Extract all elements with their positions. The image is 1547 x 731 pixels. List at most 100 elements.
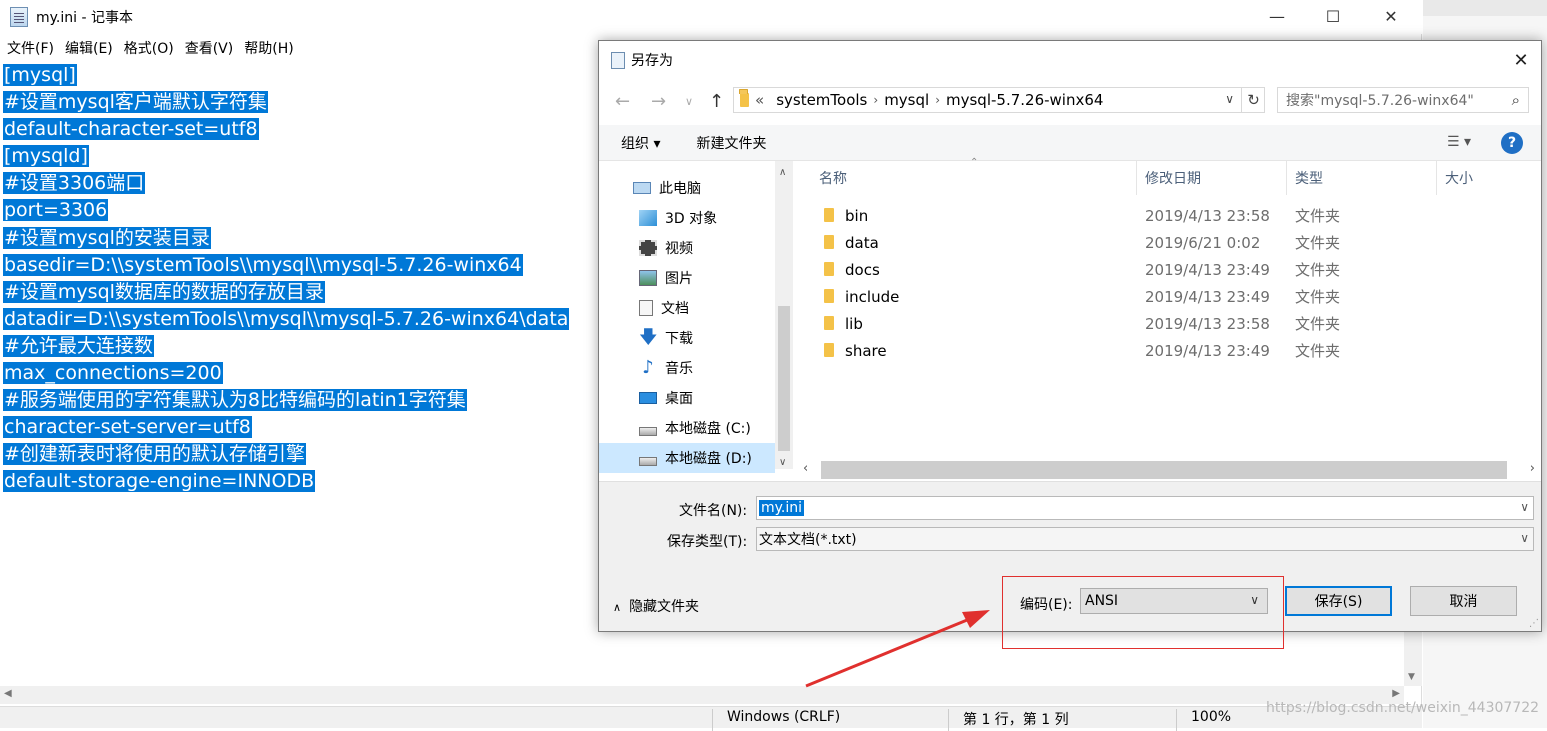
nav-pictures[interactable]: 图片 xyxy=(599,263,775,293)
filename-value: my.ini xyxy=(759,500,805,516)
text-line: #允许最大连接数 xyxy=(3,334,154,357)
file-row[interactable]: bin 2019/4/13 23:58 文件夹 xyxy=(815,202,1515,229)
nav-music[interactable]: ♪ 音乐 xyxy=(599,353,775,383)
back-arrow-icon[interactable]: ← xyxy=(615,91,630,112)
minimize-icon[interactable]: — xyxy=(1248,0,1306,32)
close-icon[interactable]: ✕ xyxy=(1362,0,1420,32)
scroll-down-icon[interactable]: ▼ xyxy=(1408,672,1415,682)
breadcrumb-mysql[interactable]: mysql xyxy=(884,91,929,109)
nav-label: 文档 xyxy=(661,301,689,317)
menu-edit[interactable]: 编辑(E) xyxy=(65,38,113,58)
new-folder-button[interactable]: 新建文件夹 xyxy=(696,133,766,153)
file-list-hscrollbar[interactable]: ‹ › xyxy=(795,459,1541,481)
hide-folders-toggle[interactable]: ∧ 隐藏文件夹 xyxy=(613,596,699,616)
file-row[interactable]: docs 2019/4/13 23:49 文件夹 xyxy=(815,256,1515,283)
text-line: #创建新表时将使用的默认存储引擎 xyxy=(3,443,306,466)
menu-help[interactable]: 帮助(H) xyxy=(244,38,293,58)
file-type: 文件夹 xyxy=(1295,261,1341,279)
scroll-left-icon[interactable]: ‹ xyxy=(803,461,808,476)
nav-desktop[interactable]: 桌面 xyxy=(599,383,775,413)
refresh-icon[interactable]: ↻ xyxy=(1241,87,1265,113)
file-type: 文件夹 xyxy=(1295,342,1341,360)
folder-icon xyxy=(824,235,834,249)
dialog-close-icon[interactable]: ✕ xyxy=(1507,47,1535,73)
scroll-right-icon[interactable]: › xyxy=(1530,461,1535,476)
drive-icon xyxy=(639,456,657,466)
nav-documents[interactable]: 文档 xyxy=(599,293,775,323)
file-type: 文件夹 xyxy=(1295,207,1341,225)
nav-scrollbar[interactable]: ∧ ∨ xyxy=(775,161,793,469)
address-row: ← → ∨ ↑ « systemTools › mysql › mysql-5.… xyxy=(599,83,1541,119)
breadcrumb-separator-icon: › xyxy=(935,93,940,107)
nav-downloads[interactable]: 🡇 下载 xyxy=(599,323,775,353)
scroll-right-icon[interactable]: ▶ xyxy=(1392,688,1400,699)
scroll-left-icon[interactable]: ◀ xyxy=(4,688,12,699)
filetype-select[interactable]: 文本文档(*.txt) ∨ xyxy=(756,527,1534,551)
cancel-button[interactable]: 取消 xyxy=(1410,586,1517,616)
file-row[interactable]: lib 2019/4/13 23:58 文件夹 xyxy=(815,310,1515,337)
breadcrumb-overflow[interactable]: « xyxy=(755,91,764,109)
text-line: #设置mysql的安装目录 xyxy=(3,226,211,249)
organize-button[interactable]: 组织 ▾ xyxy=(621,133,660,153)
column-header-name[interactable]: 名称 xyxy=(811,161,1137,195)
breadcrumb-systemtools[interactable]: systemTools xyxy=(776,91,867,109)
view-options-icon[interactable]: ☰ ▾ xyxy=(1447,134,1471,150)
file-row[interactable]: include 2019/4/13 23:49 文件夹 xyxy=(815,283,1515,310)
documents-icon xyxy=(639,300,653,316)
notepad-text-area[interactable]: [mysql] #设置mysql客户端默认字符集 default-charact… xyxy=(3,62,570,496)
nav-3d-objects[interactable]: 3D 对象 xyxy=(599,203,775,233)
breadcrumb-separator-icon: › xyxy=(873,93,879,107)
search-input[interactable]: 搜索"mysql-5.7.26-winx64" ⌕ xyxy=(1277,87,1529,113)
notepad-titlebar: my.ini - 记事本 — ☐ ✕ xyxy=(0,0,1422,34)
nav-drive-c[interactable]: 本地磁盘 (C:) xyxy=(599,413,775,443)
file-row[interactable]: share 2019/4/13 23:49 文件夹 xyxy=(815,337,1515,364)
text-line: max_connections=200 xyxy=(3,362,223,385)
save-button[interactable]: 保存(S) xyxy=(1285,586,1392,616)
notepad-title: my.ini - 记事本 xyxy=(36,10,133,26)
desktop-icon xyxy=(639,392,657,404)
horizontal-scrollbar[interactable]: ◀ ▶ xyxy=(0,686,1404,704)
chevron-down-icon[interactable]: ∨ xyxy=(1520,531,1529,545)
nav-scroll-thumb[interactable] xyxy=(778,306,790,451)
chevron-down-icon[interactable]: ∨ xyxy=(1520,500,1529,514)
computer-icon xyxy=(633,182,651,194)
maximize-icon[interactable]: ☐ xyxy=(1304,0,1362,32)
nav-label: 图片 xyxy=(665,271,693,287)
breadcrumb-mysql-folder[interactable]: mysql-5.7.26-winx64 xyxy=(946,91,1103,109)
nav-this-pc[interactable]: 此电脑 xyxy=(599,173,775,203)
file-date: 2019/4/13 23:49 xyxy=(1145,341,1270,360)
column-header-date[interactable]: 修改日期 xyxy=(1137,161,1287,195)
recent-chevron-icon[interactable]: ∨ xyxy=(685,95,693,108)
filename-input[interactable]: my.ini ∨ xyxy=(756,496,1534,520)
menu-format[interactable]: 格式(O) xyxy=(124,38,174,58)
file-name: data xyxy=(845,233,879,252)
nav-drive-d[interactable]: 本地磁盘 (D:) xyxy=(599,443,775,473)
dialog-toolbar: 组织 ▾ 新建文件夹 ☰ ▾ ? xyxy=(599,125,1541,161)
scroll-down-icon[interactable]: ∨ xyxy=(779,457,786,468)
scroll-up-icon[interactable]: ∧ xyxy=(779,167,786,178)
drive-icon xyxy=(639,426,657,436)
file-row[interactable]: data 2019/6/21 0:02 文件夹 xyxy=(815,229,1515,256)
column-header-size[interactable]: 大小 xyxy=(1437,161,1537,195)
filename-label: 文件名(N): xyxy=(679,503,748,519)
resize-grip-icon[interactable]: ⋰ xyxy=(1529,618,1539,629)
video-icon xyxy=(639,240,657,256)
forward-arrow-icon[interactable]: → xyxy=(651,91,666,112)
file-date: 2019/4/13 23:58 xyxy=(1145,314,1270,333)
address-bar[interactable]: « systemTools › mysql › mysql-5.7.26-win… xyxy=(733,87,1265,113)
menu-view[interactable]: 查看(V) xyxy=(185,38,234,58)
menu-file[interactable]: 文件(F) xyxy=(7,38,54,58)
text-line: port=3306 xyxy=(3,199,109,222)
nav-videos[interactable]: 视频 xyxy=(599,233,775,263)
column-header-type[interactable]: 类型 xyxy=(1287,161,1437,195)
text-line: [mysql] xyxy=(3,64,77,86)
hscroll-thumb[interactable] xyxy=(821,461,1507,479)
filetype-label: 保存类型(T): xyxy=(667,534,748,550)
address-dropdown-icon[interactable]: ∨ xyxy=(1225,92,1234,106)
nav-label: 此电脑 xyxy=(659,181,701,197)
text-line: default-character-set=utf8 xyxy=(3,118,259,141)
watermark: https://blog.csdn.net/weixin_44307722 xyxy=(1266,700,1540,716)
up-arrow-icon[interactable]: ↑ xyxy=(709,91,724,112)
help-icon[interactable]: ? xyxy=(1501,132,1523,154)
file-date: 2019/4/13 23:58 xyxy=(1145,206,1270,225)
